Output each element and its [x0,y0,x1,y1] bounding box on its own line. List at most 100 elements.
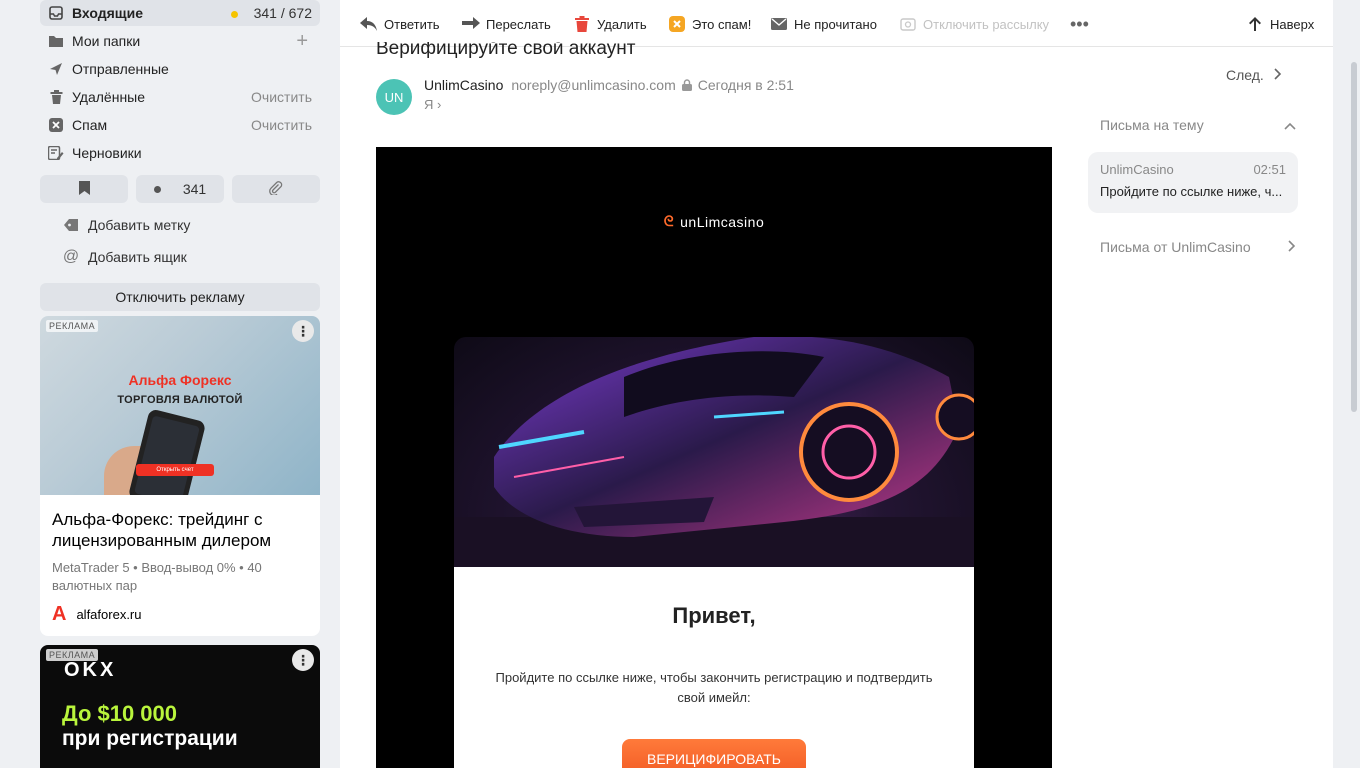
ad-site[interactable]: A alfaforex.ru [52,603,142,626]
sidebar-item-my-folders[interactable]: Мои папки + [40,28,320,54]
message-view: Ответить Переслать Удалить Это спам! Не … [340,0,1333,768]
forward-label: Переслать [486,16,551,32]
envelope-icon [770,15,788,33]
unsubscribe-icon [899,15,917,33]
tag-icon [62,218,80,232]
unsubscribe-label: Отключить рассылку [923,16,1050,32]
quick-filters: 341 [40,175,320,203]
sidebar-item-label: Черновики [72,145,142,161]
forward-icon [462,15,480,33]
ad-description: MetaTrader 5 • Ввод-вывод 0% • 40 валютн… [52,560,262,593]
sidebar-item-label: Мои папки [72,33,141,49]
sidebar-item-spam[interactable]: Спам Очистить [40,112,320,138]
spam-button[interactable]: Это спам! [668,14,751,34]
bookmark-filter-button[interactable] [40,175,128,203]
sidebar-item-drafts[interactable]: Черновики [40,140,320,166]
add-label-text: Добавить метку [88,217,191,233]
sidebar-item-inbox[interactable]: Входящие 341 / 672 [40,0,320,26]
bookmark-icon [78,180,90,198]
sidebar-item-sent[interactable]: Отправленные [40,56,320,82]
draft-icon [48,145,64,161]
verify-button[interactable]: ВЕРИЦИФИРОВАТЬ [622,739,806,768]
ad-subheadline: при регистрации [62,727,238,750]
add-label-link[interactable]: Добавить метку [62,213,190,237]
thread-sender: UnlimCasino [1100,162,1174,177]
unread-filter-button[interactable]: 341 [136,175,224,203]
sender-name[interactable]: UnlimCasino [424,77,503,93]
chevron-right-icon [1274,67,1282,83]
logo-mark-icon: ᘓ [663,213,675,229]
at-icon: @ [62,248,80,265]
sidebar-item-label: Отправленные [72,61,169,77]
ad-site-text: alfaforex.ru [76,607,142,622]
thread-preview: Пройдите по ссылке ниже, ч... [1100,184,1283,199]
attachment-filter-button[interactable] [232,175,320,203]
email-html-body: ᘓ unLimcasino Привет, Пройдите по ссылке… [376,147,1052,768]
sender-avatar[interactable]: UN [376,79,412,115]
disable-ads-button[interactable]: Отключить рекламу [40,283,320,311]
more-options-icon[interactable]: ⋮ [292,320,314,342]
unlimcasino-logo: ᘓ unLimcasino [376,213,1052,230]
ad-brand: Альфа Форекс [128,372,232,388]
arrow-up-icon [1246,15,1264,33]
ad-image: РЕКЛАМА ⋮ Альфа Форекс ТОРГОВЛЯ ВАЛЮТОЙ … [40,316,320,495]
chevron-up-icon [1284,117,1296,133]
chevron-right-icon: › [437,97,442,112]
sidebar: Входящие 341 / 672 Мои папки + Отправлен… [0,0,340,768]
ad-card-okx[interactable]: РЕКЛАМА ⋮ OKX До $10 000 при регистрации [40,645,320,768]
next-label: След. [1226,67,1264,83]
add-folder-plus-icon[interactable]: + [296,31,320,51]
clear-spam-button[interactable]: Очистить [251,117,320,133]
alfa-logo-icon: A [52,603,67,625]
recipient-line[interactable]: Я › [424,97,441,112]
thread-time: 02:51 [1253,162,1286,177]
unsubscribe-button[interactable]: Отключить рассылку [899,14,1049,34]
clear-deleted-button[interactable]: Очистить [251,89,320,105]
ad-title: Альфа-Форекс: трейдинг с лицензированным… [52,510,272,550]
messages-from-sender-link[interactable]: Письма от UnlimCasino [1100,239,1296,255]
more-options-icon[interactable]: ⋮ [292,649,314,671]
forward-button[interactable]: Переслать [462,14,551,34]
email-content-card: Привет, Пройдите по ссылке ниже, чтобы з… [454,567,974,768]
thread-message-item[interactable]: UnlimCasino 02:51 Пройдите по ссылке ниж… [1088,152,1298,213]
scroll-up-label: Наверх [1270,16,1315,32]
add-mailbox-text: Добавить ящик [88,249,187,265]
spam-icon [668,15,686,33]
ad-card-alfaforex[interactable]: РЕКЛАМА ⋮ Альфа Форекс ТОРГОВЛЯ ВАЛЮТОЙ … [40,316,320,636]
sender-line: UnlimCasino noreply@unlimcasino.com Сего… [424,77,794,93]
mark-unread-button[interactable]: Не прочитано [770,14,877,34]
add-mailbox-link[interactable]: @ Добавить ящик [62,245,187,269]
sidebar-item-deleted[interactable]: Удалённые Очистить [40,84,320,110]
okx-logo: OKX [64,659,117,681]
message-toolbar: Ответить Переслать Удалить Это спам! Не … [340,0,1333,47]
spam-icon [48,117,64,133]
greeting: Привет, [672,603,756,628]
ad-open-account-button: Открыть счет [136,464,214,476]
sidebar-item-label: Входящие [72,5,143,21]
unread-dot-icon [153,185,161,193]
more-actions-button[interactable]: ••• [1070,14,1089,34]
from-link-label: Письма от UnlimCasino [1100,239,1251,255]
scroll-up-button[interactable]: Наверх [1246,14,1314,34]
page-scrollbar[interactable] [1333,0,1360,768]
reply-label: Ответить [384,16,440,32]
delete-label: Удалить [597,16,647,32]
inbox-icon [48,5,64,21]
thread-section-header[interactable]: Письма на тему [1100,117,1296,133]
reply-icon [360,15,378,33]
ad-subtitle: ТОРГОВЛЯ ВАЛЮТОЙ [117,394,243,406]
more-dots-icon: ••• [1070,13,1089,34]
sender-email[interactable]: noreply@unlimcasino.com [511,77,675,93]
sidebar-item-label: Спам [72,117,108,133]
sidebar-item-label: Удалённые [72,89,146,105]
thread-title: Письма на тему [1100,117,1204,133]
chevron-right-icon [1288,239,1296,255]
hero-car-image [454,337,974,567]
scroll-thumb[interactable] [1351,62,1357,412]
delete-button[interactable]: Удалить [573,14,647,34]
reply-button[interactable]: Ответить [360,14,440,34]
next-message-link[interactable]: След. [1226,67,1282,83]
message-date: Сегодня в 2:51 [697,77,794,93]
unread-dot-icon [230,11,238,18]
email-body-text: Пройдите по ссылке ниже, чтобы закончить… [495,670,933,705]
